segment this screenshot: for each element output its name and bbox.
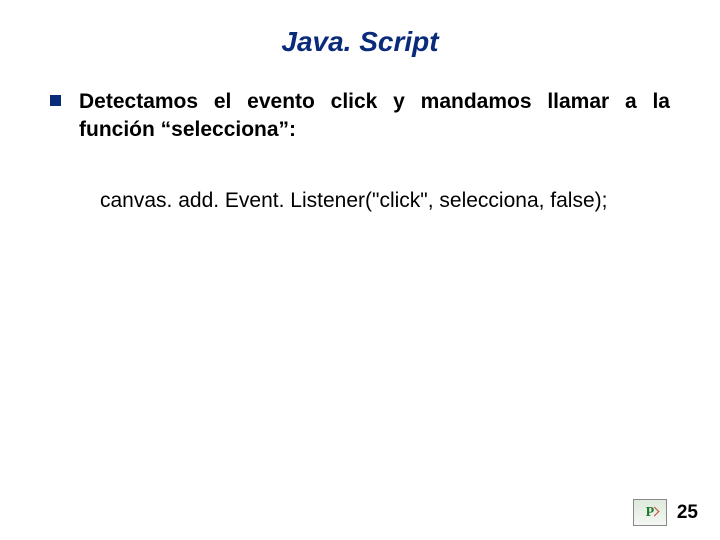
code-line: canvas. add. Event. Listener("click", se… <box>100 189 670 213</box>
footer: P 25 <box>633 499 698 526</box>
bullet-text: Detectamos el evento click y mandamos ll… <box>79 88 670 145</box>
logo-letter: P <box>646 506 655 520</box>
content-area: Detectamos el evento click y mandamos ll… <box>0 58 720 213</box>
slide: Java. Script Detectamos el evento click … <box>0 0 720 540</box>
slide-title: Java. Script <box>0 0 720 58</box>
bullet-item: Detectamos el evento click y mandamos ll… <box>50 88 670 145</box>
bullet-square-icon <box>50 95 61 106</box>
logo-icon: P <box>633 499 667 526</box>
page-number: 25 <box>677 502 698 524</box>
